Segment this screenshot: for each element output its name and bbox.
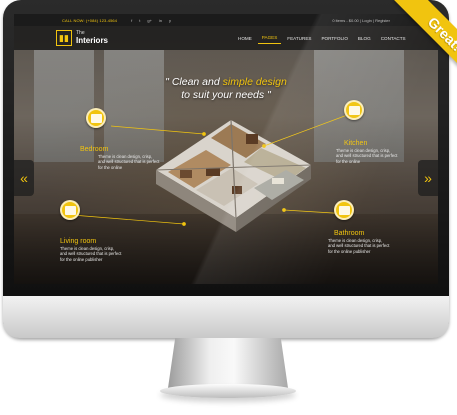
kitchen-title: Kitchen [344,140,368,147]
bedroom-callout: Bedroom Theme is clean design, crisp, an… [80,146,160,170]
bathtub-icon [338,205,350,215]
bedroom-title: Bedroom [80,146,109,153]
kitchen-callout: Kitchen Theme is clean design, crisp, an… [336,140,398,164]
sofa-icon [64,205,76,215]
next-slide-arrow[interactable]: » [418,160,438,196]
prev-slide-arrow[interactable]: « [14,160,34,196]
bathroom-title: Bathroom [334,230,365,237]
kitchen-icon [348,105,360,115]
bedroom-badge[interactable] [86,108,106,128]
kitchen-desc: Theme is clean design, crisp, and well s… [336,148,398,164]
bed-icon [90,113,102,123]
monitor-mockup: CALL NOW: (+084) 123-4564 f t g+ in y 0 … [0,0,457,415]
living-room-title: Living room [60,238,97,245]
monitor-stand-neck [168,338,288,388]
bathroom-callout: Bathroom Theme is clean design, crisp, a… [328,230,390,254]
living-room-badge[interactable] [60,200,80,220]
living-room-desc: Theme is clean design, crisp, and well s… [60,246,122,262]
bathroom-desc: Theme is clean design, crisp, and well s… [328,238,390,254]
monitor-stand-base [160,384,296,398]
monitor-chin [3,296,449,338]
living-room-callout: Living room Theme is clean design, crisp… [60,238,122,262]
great-ribbon-label: Great! [394,0,457,85]
kitchen-badge[interactable] [344,100,364,120]
corner-ribbon: Great! [371,0,457,86]
bathroom-badge[interactable] [334,200,354,220]
bedroom-desc: Theme is clean design, crisp, and well s… [98,154,160,170]
